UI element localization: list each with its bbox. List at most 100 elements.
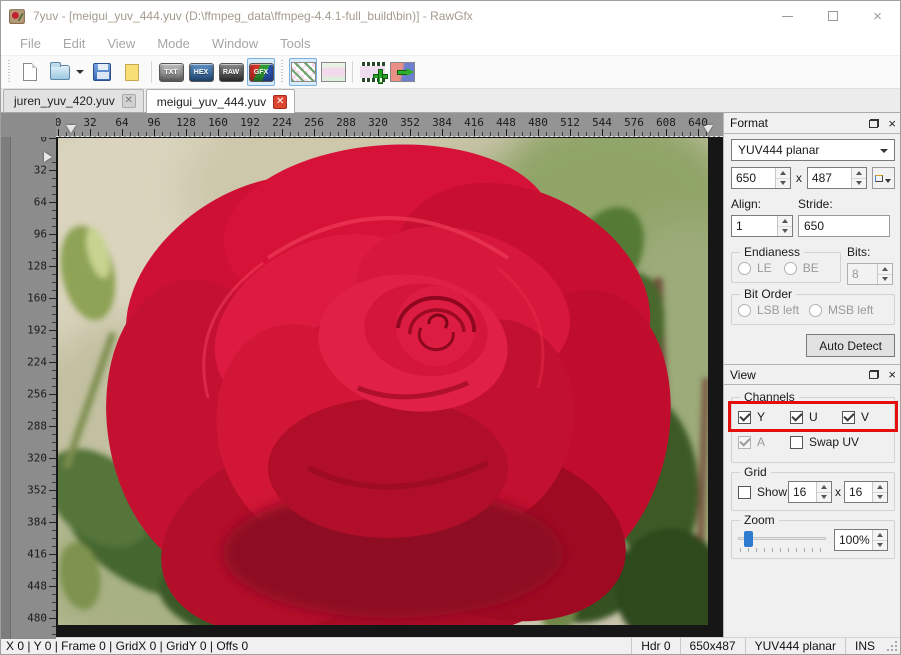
stride-value: 650: [804, 219, 825, 233]
v-channel-checkbox[interactable]: [842, 410, 855, 424]
y-channel-checkbox[interactable]: [738, 410, 751, 424]
save-file-button[interactable]: [88, 58, 116, 86]
ruler-v-label: 192: [27, 323, 47, 337]
spin-down-icon[interactable]: [873, 540, 887, 550]
hex-mode-button[interactable]: HEX: [187, 58, 215, 86]
msb-left-label: MSB left: [828, 303, 874, 317]
ruler-marker-left: [66, 125, 76, 133]
close-button[interactable]: ×: [855, 1, 900, 31]
planar-layout-button[interactable]: [319, 58, 347, 86]
menu-edit[interactable]: Edit: [52, 36, 96, 51]
grid-show-checkbox[interactable]: [738, 485, 751, 499]
u-channel-checkbox[interactable]: [790, 410, 803, 424]
float-panel-icon[interactable]: [869, 118, 880, 128]
raw-mode-button[interactable]: RAW: [217, 58, 245, 86]
toolbar-grip[interactable]: [6, 60, 12, 84]
swap-uv-label: Swap UV: [809, 435, 860, 449]
menu-view[interactable]: View: [96, 36, 146, 51]
height-spinner[interactable]: 487: [806, 167, 867, 189]
bits-spinner[interactable]: 8: [847, 263, 893, 285]
grid-width-spinner[interactable]: 16: [788, 481, 832, 503]
ruler-h-tick: [634, 129, 635, 136]
width-spinner[interactable]: 650: [731, 167, 791, 189]
ruler-h-label: 384: [432, 116, 452, 129]
open-dropdown-caret[interactable]: [76, 70, 84, 74]
zoom-slider[interactable]: [738, 530, 826, 552]
tab-label: juren_yuv_420.yuv: [14, 94, 115, 108]
spin-down-icon[interactable]: [775, 178, 790, 188]
ruler-h-label: 320: [368, 116, 388, 129]
tab-close-icon[interactable]: ✕: [273, 94, 288, 109]
cursor-status: X 0 | Y 0 | Frame 0 | GridX 0 | GridY 0 …: [6, 639, 249, 653]
menu-mode[interactable]: Mode: [146, 36, 201, 51]
close-panel-icon[interactable]: ×: [888, 117, 896, 130]
toolbar: TXT HEX RAW GFX: [1, 56, 900, 89]
close-panel-icon[interactable]: ×: [888, 368, 896, 381]
spin-down-icon[interactable]: [873, 492, 887, 502]
pixel-format-select[interactable]: YUV444 planar: [731, 139, 895, 161]
grid-separator: x: [835, 485, 841, 499]
le-radio[interactable]: [738, 261, 751, 275]
notes-button[interactable]: [118, 58, 146, 86]
spin-up-icon[interactable]: [873, 530, 887, 541]
bits-label: Bits:: [847, 245, 871, 259]
swap-uv-checkbox[interactable]: [790, 435, 803, 449]
auto-detect-button[interactable]: Auto Detect: [806, 334, 895, 357]
float-panel-icon[interactable]: [869, 370, 880, 379]
menu-tools[interactable]: Tools: [269, 36, 321, 51]
packed-layout-button[interactable]: [289, 58, 317, 86]
note-icon: [125, 63, 139, 81]
a-channel-checkbox[interactable]: [738, 435, 751, 449]
resize-grip[interactable]: [886, 640, 898, 652]
grid-height-value: 16: [849, 485, 863, 499]
spin-up-icon[interactable]: [817, 482, 831, 493]
spin-up-icon[interactable]: [778, 216, 792, 227]
zoom-group: Zoom 100%: [731, 513, 895, 559]
image-viewport[interactable]: [1, 113, 723, 639]
msb-left-radio[interactable]: [809, 303, 823, 317]
add-frame-button[interactable]: [358, 58, 387, 86]
maximize-button[interactable]: [810, 1, 855, 31]
zoom-slider-thumb[interactable]: [744, 531, 754, 547]
status-format: YUV444 planar: [744, 638, 845, 654]
canvas-area[interactable]: 0 32 64 96 128 160 192 224 256 288 320 352 384 416 448…: [1, 113, 723, 639]
align-spinner[interactable]: 1: [731, 215, 793, 237]
spin-up-icon[interactable]: [878, 264, 892, 275]
open-file-button[interactable]: [46, 58, 74, 86]
zoom-spinner[interactable]: 100%: [834, 529, 888, 551]
lsb-left-label: LSB left: [757, 303, 800, 317]
spin-down-icon[interactable]: [851, 178, 866, 188]
view-panel-header: View ×: [724, 364, 900, 385]
spin-down-icon[interactable]: [878, 274, 892, 284]
spin-up-icon[interactable]: [873, 482, 887, 493]
minimize-button[interactable]: [765, 1, 810, 31]
spin-down-icon[interactable]: [817, 492, 831, 502]
text-mode-button[interactable]: TXT: [157, 58, 185, 86]
tab-meigui-yuv-444[interactable]: meigui_yuv_444.yuv ✕: [145, 89, 296, 113]
menu-file[interactable]: File: [9, 36, 52, 51]
width-value: 650: [736, 171, 757, 185]
tab-close-icon[interactable]: ✕: [121, 94, 136, 108]
ruler-h-tick: [378, 129, 379, 136]
rose-image[interactable]: [1, 113, 723, 639]
new-file-button[interactable]: [16, 58, 44, 86]
spin-up-icon[interactable]: [851, 168, 866, 179]
ruler-h-label: 288: [336, 116, 356, 129]
ruler-v-label: 256: [27, 387, 47, 401]
tab-juren-yuv-420[interactable]: juren_yuv_420.yuv ✕: [3, 89, 144, 112]
be-radio[interactable]: [783, 261, 797, 275]
ruler-h-label: 256: [304, 116, 324, 129]
channels-label: Channels: [740, 390, 799, 404]
toolbar-grip-2[interactable]: [279, 60, 285, 84]
lsb-left-radio[interactable]: [738, 303, 751, 317]
stride-field[interactable]: 650: [798, 215, 890, 237]
tab-bar: juren_yuv_420.yuv ✕ meigui_yuv_444.yuv ✕: [1, 89, 900, 113]
size-presets-button[interactable]: [871, 167, 895, 189]
menu-window[interactable]: Window: [201, 36, 269, 51]
gfx-mode-button[interactable]: GFX: [247, 58, 275, 86]
grid-height-spinner[interactable]: 16: [844, 481, 888, 503]
ruler-v-label: 64: [33, 195, 47, 209]
spin-up-icon[interactable]: [775, 168, 790, 179]
spin-down-icon[interactable]: [778, 226, 792, 236]
export-convert-button[interactable]: [388, 58, 416, 86]
